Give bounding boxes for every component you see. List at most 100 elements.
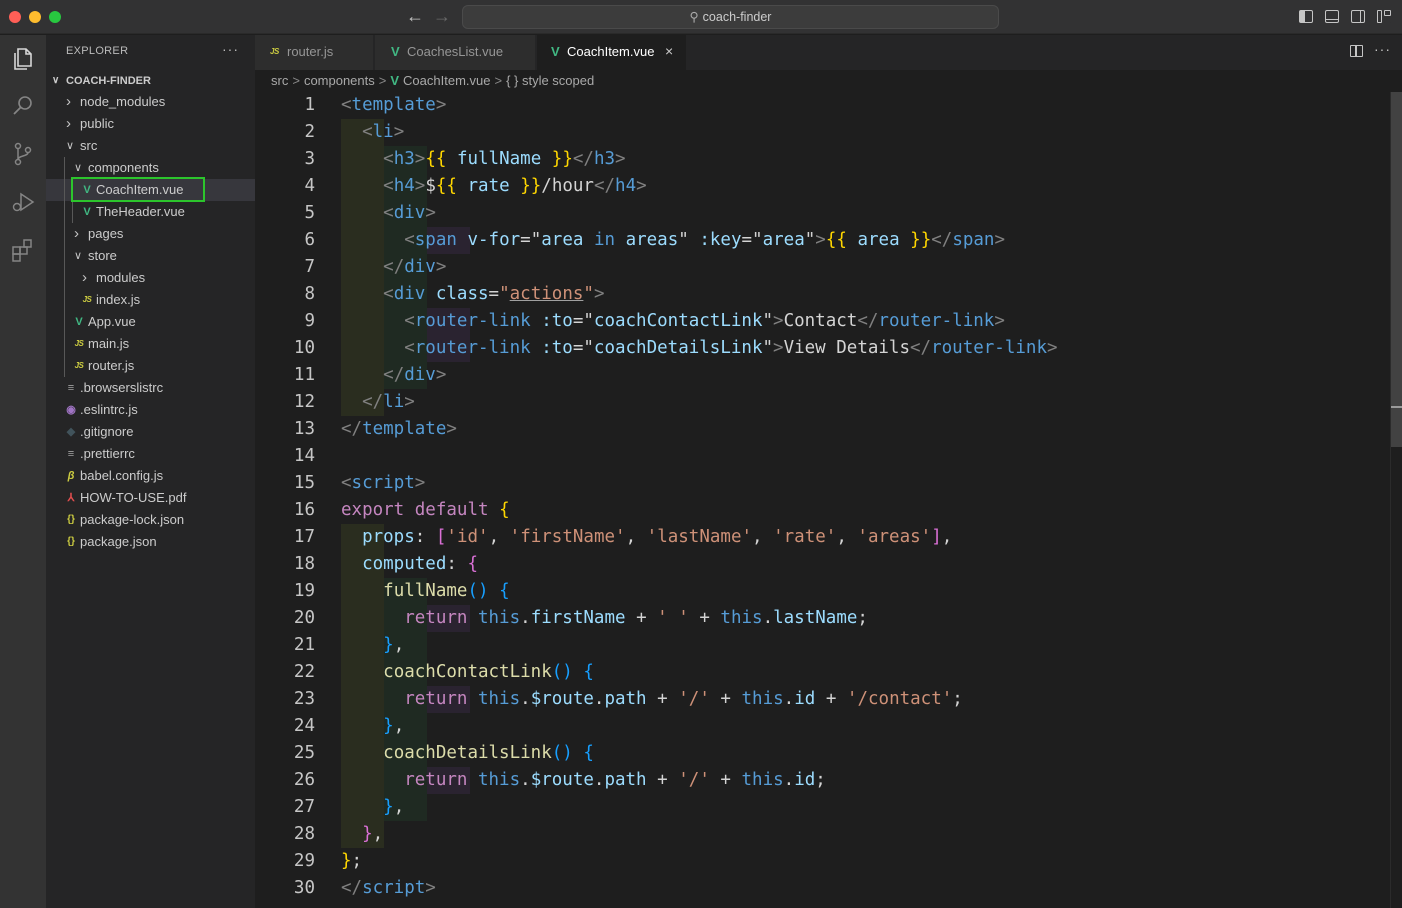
- minimize-window-button[interactable]: [29, 11, 41, 23]
- line-number: 8: [304, 284, 315, 304]
- code-line-11: </div>: [383, 365, 447, 385]
- line-number: 15: [293, 473, 315, 493]
- tree-item[interactable]: ∨ src: [46, 135, 255, 157]
- tree-item[interactable]: JS main.js: [46, 333, 255, 355]
- files-icon[interactable]: [9, 45, 37, 73]
- line-number: 18: [293, 554, 315, 574]
- tree-item[interactable]: ∨ components: [46, 157, 255, 179]
- breadcrumb-symbol[interactable]: { } style scoped: [506, 73, 594, 88]
- tree-item[interactable]: › public: [46, 113, 255, 135]
- tree-item[interactable]: β babel.config.js: [46, 465, 255, 487]
- code-line-4: <h4>${{ rate }}/hour</h4>: [383, 176, 647, 196]
- search-icon: ⚲: [689, 10, 699, 24]
- tree-item[interactable]: V CoachItem.vue: [46, 179, 255, 201]
- line-number: 5: [304, 203, 315, 223]
- run-debug-icon[interactable]: [9, 188, 37, 216]
- tree-item[interactable]: ◆ .gitignore: [46, 421, 255, 443]
- customize-layout-icon[interactable]: [1377, 10, 1391, 23]
- code-line-20: return this.firstName + ' ' + this.lastN…: [404, 608, 868, 628]
- tab-coachitem-vue[interactable]: V CoachItem.vue ×: [537, 35, 687, 70]
- json-file-icon: {}: [67, 514, 75, 525]
- breadcrumb-separator: >: [292, 73, 300, 88]
- close-tab-icon[interactable]: ×: [665, 35, 673, 68]
- code-line-6: <span v-for="area in areas" :key="area">…: [404, 230, 1006, 250]
- tree-item-label: .browserslistrc: [80, 380, 164, 395]
- tree-item[interactable]: ≡ .browserslistrc: [46, 377, 255, 399]
- line-number: 12: [293, 392, 315, 412]
- tree-item[interactable]: › node_modules: [46, 91, 255, 113]
- tree-item-label: .gitignore: [80, 424, 134, 439]
- code-line-9: <router-link :to="coachContactLink">Cont…: [404, 311, 1005, 331]
- scrollbar-thumb[interactable]: [1391, 92, 1402, 447]
- line-number: 9: [304, 311, 315, 331]
- editor-more-icon[interactable]: ···: [1374, 41, 1391, 57]
- tree-item[interactable]: ◉ .eslintrc.js: [46, 399, 255, 421]
- tab-router-js[interactable]: JS router.js: [255, 35, 374, 70]
- breadcrumb-components[interactable]: components: [304, 73, 375, 88]
- vue-file-icon: V: [390, 73, 400, 88]
- code-editor[interactable]: 1 2 3 4 5 6 7 8 9 10 11 12 13 14 15 16 17 18 19 20 21 22 23 24 2…: [255, 92, 1402, 908]
- tree-item[interactable]: ≡ .prettierrc: [46, 443, 255, 465]
- line-number: 2: [304, 122, 315, 142]
- extensions-icon[interactable]: [9, 236, 37, 264]
- maximize-window-button[interactable]: [49, 11, 61, 23]
- tree-item[interactable]: {} package.json: [46, 531, 255, 553]
- explorer-more-icon[interactable]: ···: [222, 41, 239, 57]
- line-number: 27: [293, 797, 315, 817]
- tree-item[interactable]: › modules: [46, 267, 255, 289]
- back-arrow-icon[interactable]: ←: [406, 6, 424, 26]
- code-line-19: fullName() {: [383, 581, 510, 601]
- tree-item[interactable]: JS index.js: [46, 289, 255, 311]
- search-text: coach-finder: [702, 10, 772, 24]
- chevron-down-icon: ∨: [74, 162, 83, 174]
- split-editor-icon[interactable]: [1350, 45, 1363, 57]
- code-line-1: <template>: [341, 95, 447, 115]
- code-line-5: <div>: [383, 203, 436, 223]
- tree-item[interactable]: ⅄ HOW-TO-USE.pdf: [46, 487, 255, 509]
- code-line-10: <router-link :to="coachDetailsLink">View…: [404, 338, 1058, 358]
- tree-item[interactable]: {} package-lock.json: [46, 509, 255, 531]
- workspace-section-header[interactable]: ∨ COACH-FINDER: [46, 71, 255, 91]
- config-file-icon: ≡: [67, 448, 75, 460]
- tab-coacheslist-vue[interactable]: V CoachesList.vue: [375, 35, 536, 70]
- breadcrumb-src[interactable]: src: [271, 73, 288, 88]
- js-file-icon: JS: [74, 361, 84, 370]
- code-line-25: coachDetailsLink() {: [383, 743, 594, 763]
- tree-item[interactable]: ∨ store: [46, 245, 255, 267]
- code-line-18: computed: {: [362, 554, 479, 574]
- toggle-primary-sidebar-icon[interactable]: [1299, 10, 1313, 23]
- tree-item[interactable]: V App.vue: [46, 311, 255, 333]
- line-number: 20: [293, 608, 315, 628]
- command-center-search[interactable]: ⚲ coach-finder: [462, 5, 999, 29]
- tree-item[interactable]: V TheHeader.vue: [46, 201, 255, 223]
- code-line-15: <script>: [341, 473, 426, 493]
- tree-item[interactable]: JS router.js: [46, 355, 255, 377]
- line-number: 17: [293, 527, 315, 547]
- breadcrumb: src > components > V CoachItem.vue >{ } style …: [271, 70, 598, 92]
- tree-item-label: babel.config.js: [80, 468, 164, 483]
- line-number: 4: [304, 176, 315, 196]
- line-number: 25: [293, 743, 315, 763]
- tree-item-label: src: [80, 138, 98, 153]
- line-number: 22: [293, 662, 315, 682]
- source-control-icon[interactable]: [9, 140, 37, 168]
- code-line-16: export default {: [341, 500, 510, 520]
- code-line-21: },: [383, 635, 405, 655]
- tree-item-label: main.js: [88, 336, 130, 351]
- code-line-22: coachContactLink() {: [383, 662, 594, 682]
- code-line-13: </template>: [341, 419, 457, 439]
- tree-item-label: .eslintrc.js: [80, 402, 138, 417]
- close-window-button[interactable]: [9, 11, 21, 23]
- tree-item[interactable]: › pages: [46, 223, 255, 245]
- breadcrumb-file[interactable]: CoachItem.vue: [403, 73, 490, 88]
- explorer-sidebar: EXPLORER ··· ∨ COACH-FINDER › node_module…: [46, 35, 255, 908]
- search-icon[interactable]: [9, 92, 37, 120]
- toggle-secondary-sidebar-icon[interactable]: [1351, 10, 1365, 23]
- toggle-panel-icon[interactable]: [1325, 10, 1339, 23]
- forward-arrow-icon[interactable]: →: [433, 6, 451, 26]
- pdf-file-icon: ⅄: [67, 492, 75, 504]
- tree-item-label: App.vue: [88, 314, 136, 329]
- tree-item-label: modules: [96, 270, 146, 285]
- tab-label: router.js: [287, 44, 334, 59]
- tree-item-label: index.js: [96, 292, 141, 307]
